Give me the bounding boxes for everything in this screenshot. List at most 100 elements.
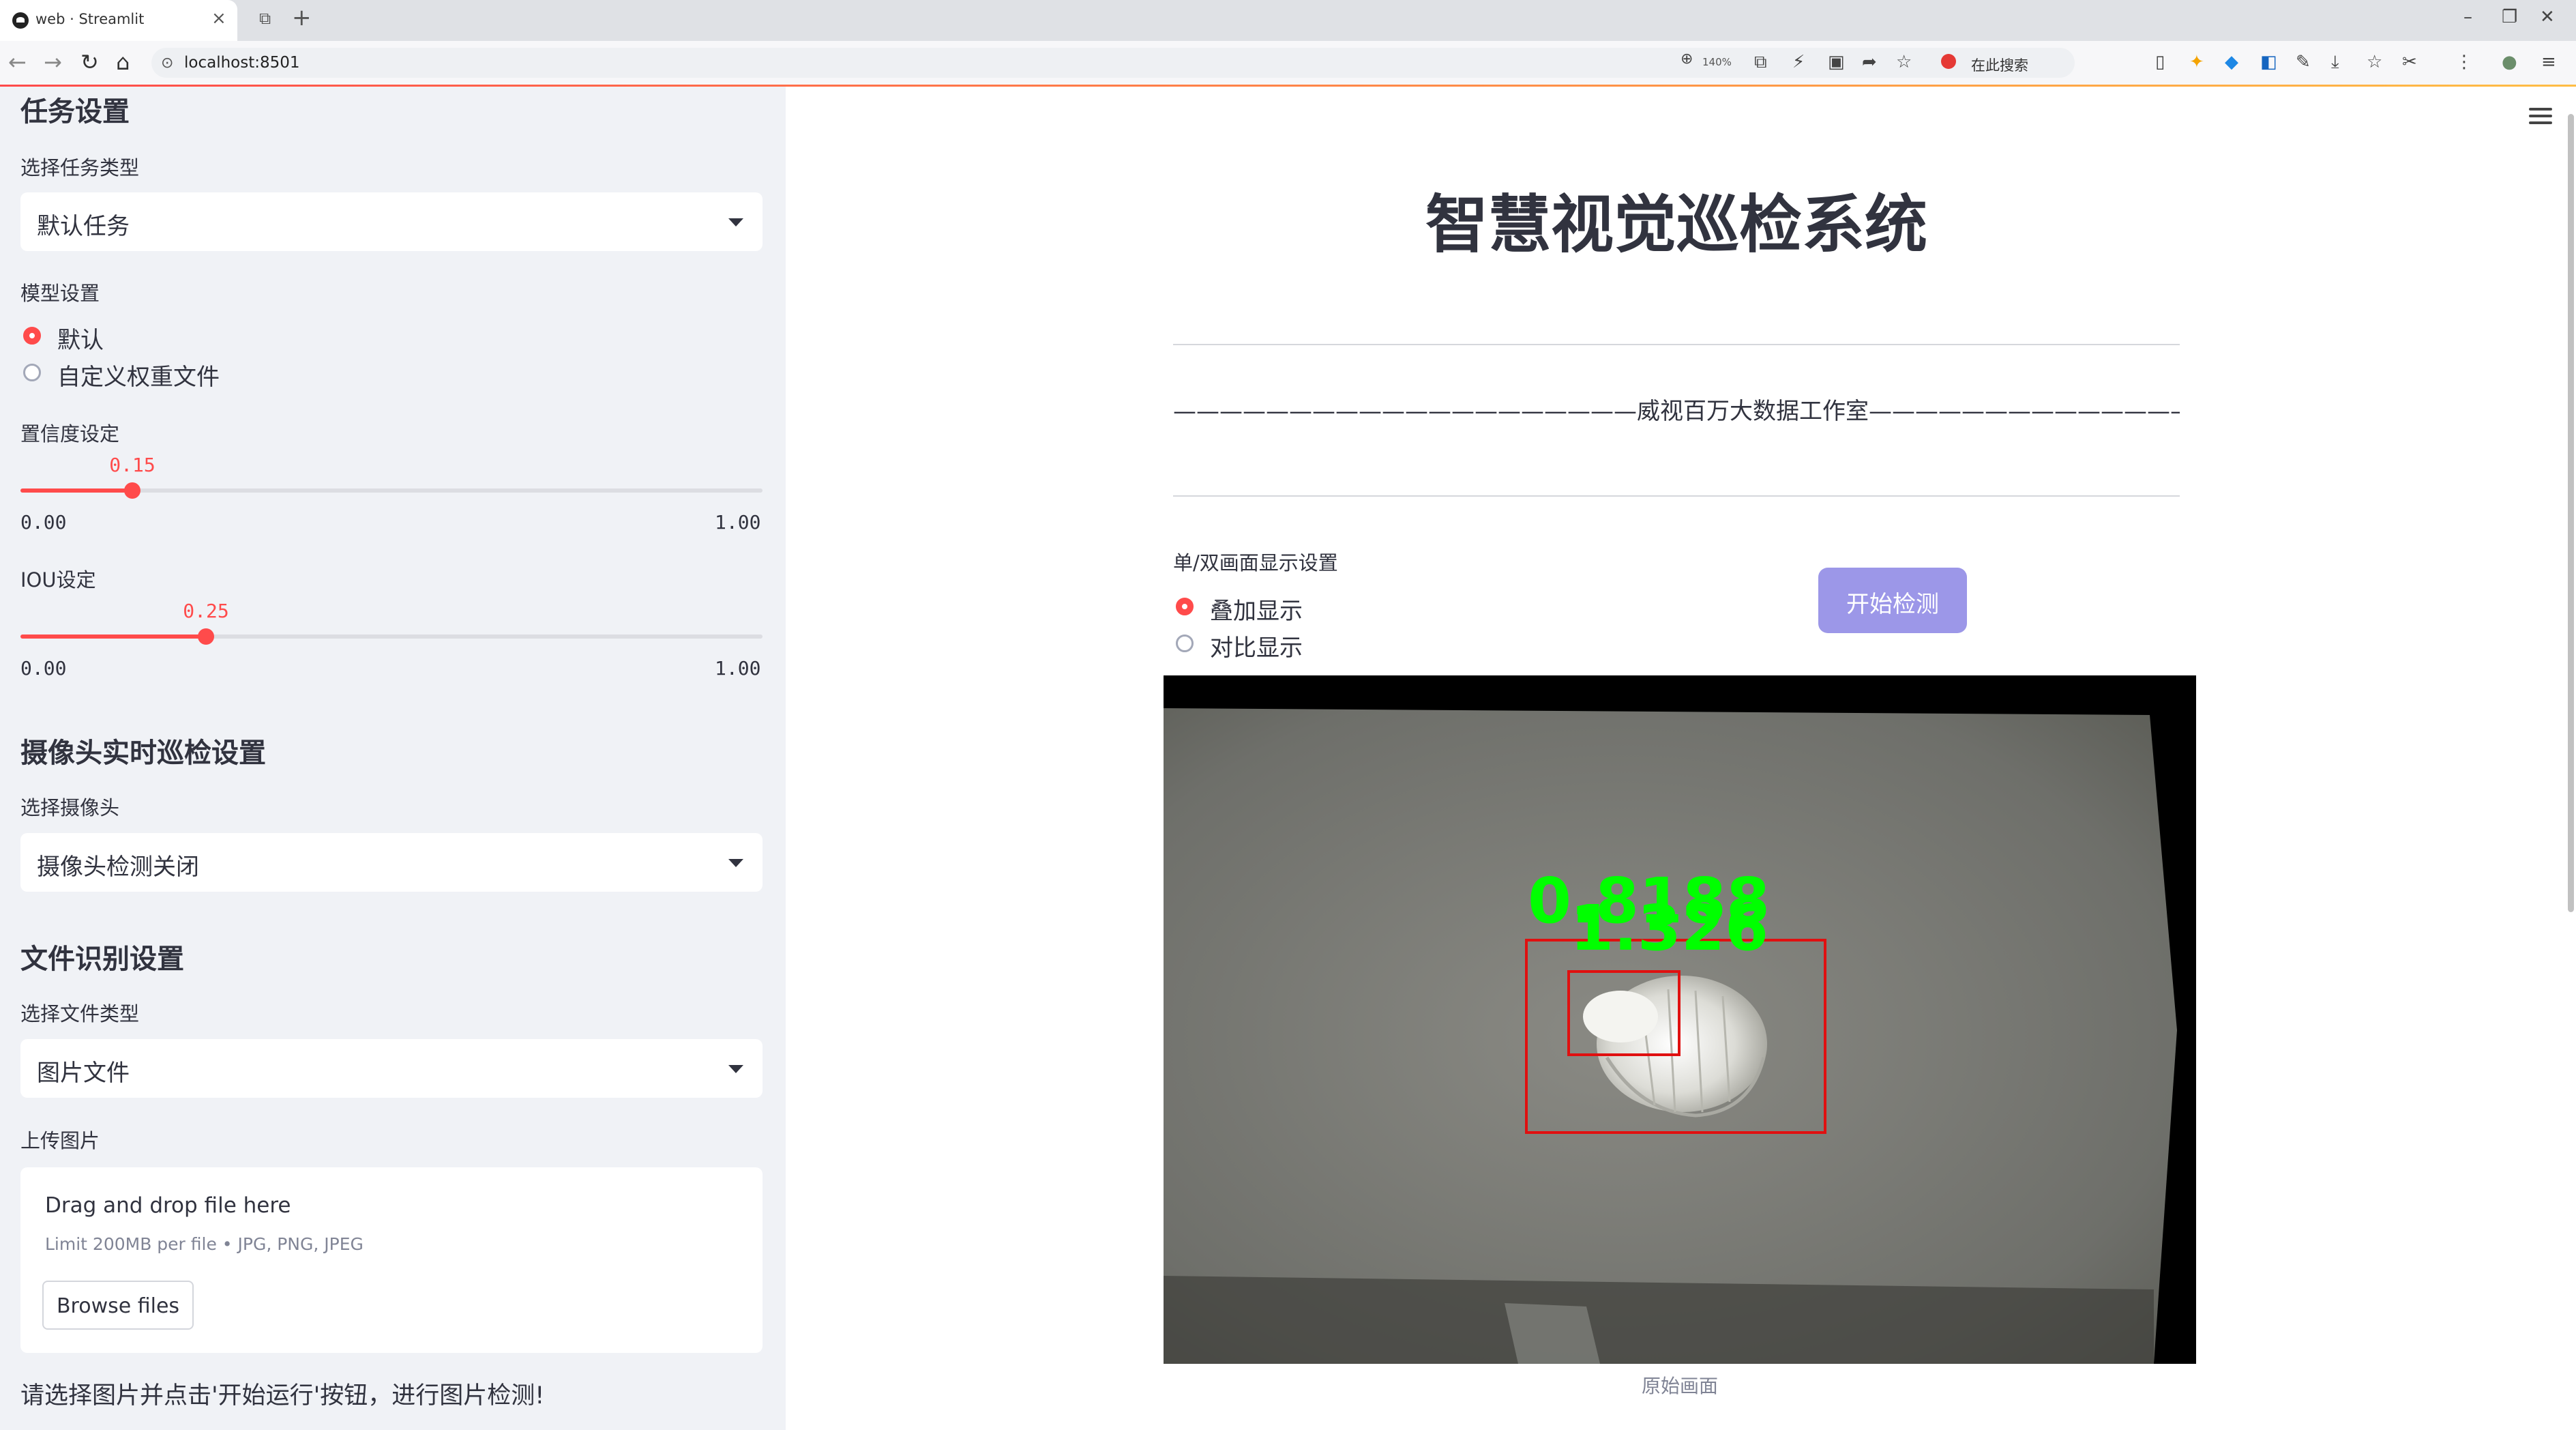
upload-label: 上传图片 xyxy=(20,1129,100,1152)
scrollbar-thumb[interactable] xyxy=(2568,114,2574,912)
browser-menu-icon[interactable]: ≡ xyxy=(2541,52,2556,72)
radio-selected-icon xyxy=(1176,598,1194,615)
instruction-text: 请选择图片并点击'开始运行'按钮，进行图片检测! xyxy=(20,1382,545,1410)
drop-text: Drag and drop file here xyxy=(45,1193,291,1218)
page-title: 智慧视觉巡检系统 xyxy=(1425,188,1927,261)
chevron-down-icon xyxy=(728,218,743,227)
model-option-custom: 自定义权重文件 xyxy=(57,364,220,391)
camera-settings-heading: 摄像头实时巡检设置 xyxy=(20,738,266,769)
confidence-min: 0.00 xyxy=(20,511,67,534)
file-type-value: 图片文件 xyxy=(37,1060,130,1087)
page-scrollbar[interactable] xyxy=(2566,87,2576,1430)
browse-files-button[interactable]: Browse files xyxy=(42,1281,194,1330)
bracket xyxy=(1505,1303,1600,1364)
tab-close-icon[interactable]: × xyxy=(211,8,226,29)
iou-label: IOU设定 xyxy=(20,568,96,592)
iou-slider[interactable] xyxy=(20,628,763,645)
notes-icon[interactable]: ✎ xyxy=(2296,52,2311,72)
radio-unselected-icon xyxy=(23,364,41,381)
iou-slider-thumb[interactable] xyxy=(198,628,214,645)
minimize-icon[interactable]: – xyxy=(2463,7,2472,27)
share-icon[interactable]: ➦ xyxy=(1862,52,1877,72)
zoom-icon[interactable]: ⊕ xyxy=(1681,50,1693,68)
file-type-select[interactable]: 图片文件 xyxy=(20,1039,763,1098)
back-icon[interactable]: ← xyxy=(8,49,27,75)
browser-tab[interactable]: web · Streamlit × xyxy=(0,0,237,41)
phone-icon[interactable]: ▯ xyxy=(2155,52,2165,72)
divider-bottom xyxy=(1173,495,2180,497)
iou-value: 0.25 xyxy=(183,600,229,622)
confidence-slider-thumb[interactable] xyxy=(124,482,140,499)
file-type-label: 选择文件类型 xyxy=(20,1002,140,1025)
iou-min: 0.00 xyxy=(20,657,67,680)
translate-ext-icon[interactable]: ◧ xyxy=(2260,52,2277,72)
more-menu-icon[interactable]: ⋮ xyxy=(2455,52,2473,72)
browse-files-label: Browse files xyxy=(56,1294,180,1318)
camera-label: 选择摄像头 xyxy=(20,796,120,819)
url-field[interactable]: ⊙ localhost:8501 xyxy=(151,48,2075,78)
site-info-icon[interactable]: ⊙ xyxy=(161,55,173,72)
confidence-slider[interactable] xyxy=(20,482,763,499)
ai-assistant-icon[interactable]: ✦ xyxy=(2189,52,2204,72)
camera-value: 摄像头检测关闭 xyxy=(37,853,199,881)
translate-icon[interactable]: ⧉ xyxy=(1754,52,1767,73)
search-engine-icon xyxy=(1941,54,1956,69)
model-settings-label: 模型设置 xyxy=(20,282,100,305)
task-type-label: 选择任务类型 xyxy=(20,156,140,179)
extension-icon[interactable]: ◆ xyxy=(2225,52,2238,72)
chevron-down-icon xyxy=(728,1065,743,1073)
window-close-icon[interactable]: ✕ xyxy=(2540,7,2555,27)
bookmark-star-icon[interactable]: ☆ xyxy=(1896,52,1912,72)
task-settings-heading: 任务设置 xyxy=(20,96,130,128)
file-uploader-dropzone[interactable]: Drag and drop file here Limit 200MB per … xyxy=(20,1167,763,1353)
search-placeholder: 在此搜索 xyxy=(1971,57,2028,74)
studio-subtitle: ————————————————————威视百万大数据工作室——————————… xyxy=(1173,398,2180,425)
streamlit-favicon-icon xyxy=(12,12,29,29)
confidence-max: 1.00 xyxy=(715,511,761,534)
radio-selected-icon xyxy=(23,327,41,345)
detection-label-2: 1.326 xyxy=(1570,892,1768,965)
model-option-default: 默认 xyxy=(57,327,104,354)
chevron-down-icon xyxy=(728,859,743,867)
reload-icon[interactable]: ↻ xyxy=(80,49,99,75)
capture-icon[interactable]: ▣ xyxy=(1828,52,1845,72)
screenshot-icon[interactable]: ✂ xyxy=(2402,52,2417,72)
iou-slider-fill xyxy=(20,634,206,639)
url-text: localhost:8501 xyxy=(184,54,300,72)
display-mode-label: 单/双画面显示设置 xyxy=(1173,551,1338,574)
image-caption: 原始画面 xyxy=(1641,1375,1718,1397)
upload-limit-text: Limit 200MB per file • JPG, PNG, JPEG xyxy=(45,1234,364,1254)
shadow-strip xyxy=(1164,1276,2154,1364)
forward-icon[interactable]: → xyxy=(44,49,62,75)
confidence-label: 置信度设定 xyxy=(20,422,120,446)
new-tab-icon[interactable]: + xyxy=(292,4,312,31)
file-settings-heading: 文件识别设置 xyxy=(20,944,184,975)
download-icon[interactable]: ⤓ xyxy=(2331,52,2339,73)
home-icon[interactable]: ⌂ xyxy=(116,49,130,75)
display-option-overlay: 叠加显示 xyxy=(1210,598,1303,625)
profile-avatar-icon[interactable]: ● xyxy=(2502,52,2517,72)
zoom-level: 140% xyxy=(1702,56,1732,68)
confidence-slider-fill xyxy=(20,488,132,493)
address-toolbar: ← → ↻ ⌂ ⊙ localhost:8501 ⊕ 140% ⧉ ⚡ ▣ ➦ … xyxy=(0,41,2576,85)
sidebar: 任务设置 选择任务类型 默认任务 模型设置 默认 自定义权重文件 置信度设定 0… xyxy=(0,87,786,1430)
divider-top xyxy=(1173,344,2180,345)
display-option-compare: 对比显示 xyxy=(1210,634,1303,662)
lightning-icon[interactable]: ⚡ xyxy=(1792,52,1805,72)
start-detection-button[interactable]: 开始检测 xyxy=(1818,568,1967,633)
tab-title: web · Streamlit xyxy=(35,11,145,27)
iou-max: 1.00 xyxy=(715,657,761,680)
confidence-value: 0.15 xyxy=(109,454,156,476)
detection-image: 0.8188 1.326 xyxy=(1164,675,2196,1364)
favorites-icon[interactable]: ☆ xyxy=(2367,52,2382,72)
browser-search-box[interactable]: 在此搜索 xyxy=(1938,48,2143,78)
radio-unselected-icon xyxy=(1176,634,1194,652)
camera-select[interactable]: 摄像头检测关闭 xyxy=(20,833,763,892)
task-type-select[interactable]: 默认任务 xyxy=(20,192,763,251)
restore-icon[interactable]: ❐ xyxy=(2502,7,2517,27)
tab-groups-icon[interactable]: ⧉ xyxy=(259,9,271,28)
detection-result-svg: 0.8188 1.326 xyxy=(1164,675,2196,1364)
hamburger-menu-icon[interactable] xyxy=(2529,108,2552,124)
browser-tab-bar: web · Streamlit × ⧉ + – ❐ ✕ xyxy=(0,0,2576,41)
task-type-value: 默认任务 xyxy=(37,213,130,240)
